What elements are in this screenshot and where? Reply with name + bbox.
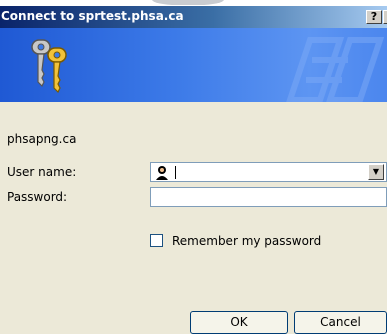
dialog-banner [0,28,387,102]
title-bar[interactable]: Connect to sprtest.phsa.ca ? ✕ [0,6,387,28]
user-icon [156,166,168,180]
password-label: Password: [7,190,68,204]
help-button[interactable]: ? [366,10,382,24]
remember-password-checkbox[interactable] [150,234,163,247]
username-combobox[interactable]: ▼ [150,162,387,182]
username-label: User name: [7,165,77,179]
close-button[interactable]: ✕ [383,10,387,24]
cancel-button[interactable]: Cancel [294,311,387,334]
dialog-body: phsapng.ca User name: ▼ Password: Rememb… [0,102,387,334]
background-shape [152,0,224,5]
keys-icon [31,39,67,94]
text-caret [175,166,176,179]
site-label: phsapng.ca [7,132,77,146]
remember-password-label[interactable]: Remember my password [172,234,321,248]
password-field[interactable] [150,187,387,207]
server-icon [286,37,385,102]
window-title: Connect to sprtest.phsa.ca [1,9,184,23]
chevron-down-icon[interactable]: ▼ [368,164,384,180]
ok-button[interactable]: OK [190,311,288,334]
